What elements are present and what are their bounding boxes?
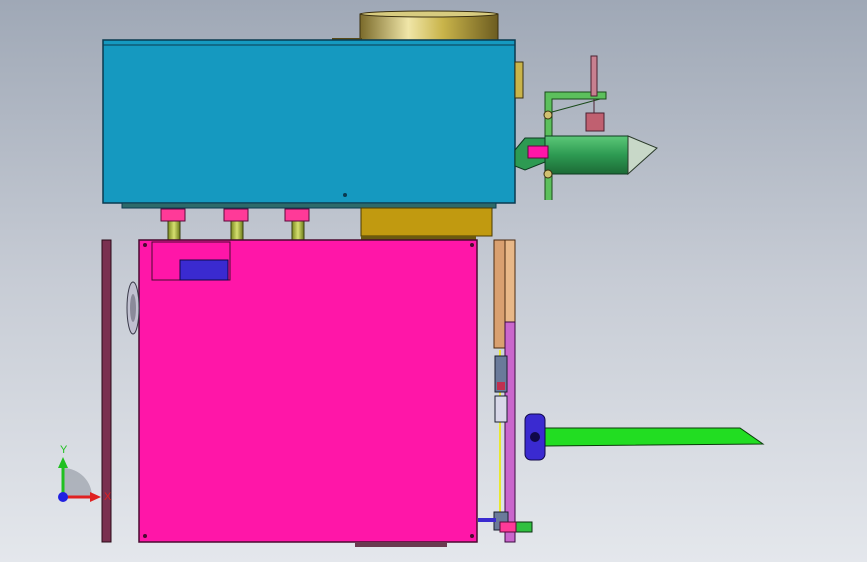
gold-block[interactable]: [360, 207, 493, 240]
burner-bracket[interactable]: [544, 55, 607, 200]
cad-graphics-viewport[interactable]: Y X: [0, 0, 867, 562]
triad-arc: [63, 468, 92, 497]
y-axis-label: Y: [60, 444, 68, 456]
assembly-model[interactable]: [0, 0, 867, 562]
green-blade[interactable]: [544, 427, 765, 447]
tank-body[interactable]: [102, 39, 524, 209]
pulley[interactable]: [126, 281, 140, 335]
side-plate[interactable]: [504, 321, 516, 543]
x-axis-label: X: [104, 491, 112, 503]
z-axis-dot: [58, 492, 68, 502]
main-box[interactable]: [138, 239, 478, 547]
orientation-triad: Y X: [50, 440, 120, 510]
clamp[interactable]: [524, 413, 546, 461]
fan-cylinder[interactable]: [332, 10, 499, 44]
